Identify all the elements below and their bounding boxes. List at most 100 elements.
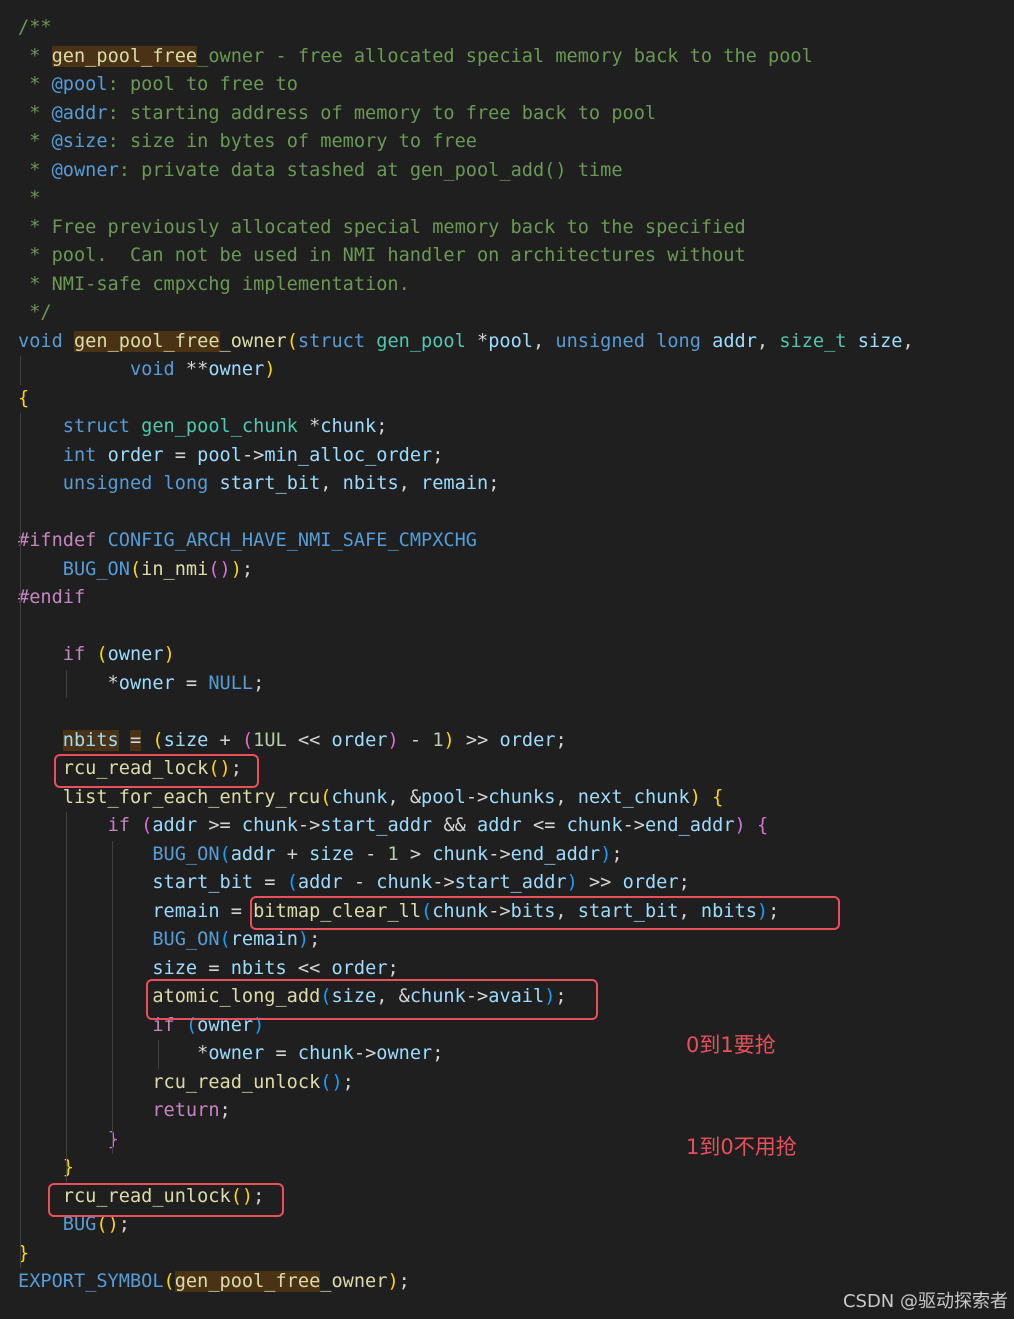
code-line: * @addr: starting address of memory to f… <box>18 100 656 128</box>
code-token: = <box>174 672 209 694</box>
code-token: -> <box>488 843 511 865</box>
code-token: _owner - free allocated special memory b… <box>197 45 813 67</box>
code-token: ( <box>219 929 231 950</box>
code-token: > <box>398 843 433 865</box>
code-token: * <box>18 74 52 95</box>
code-token: = <box>129 729 142 751</box>
code-line: nbits = (size + (1UL << order) - 1) >> o… <box>18 727 567 755</box>
code-token: << <box>286 957 332 979</box>
indent-guide <box>20 356 21 385</box>
code-token: end_addr <box>644 815 735 836</box>
code-token: { <box>18 387 30 409</box>
code-token: long <box>656 330 701 352</box>
code-token: ; <box>432 444 444 466</box>
code-token: @pool <box>51 74 108 95</box>
code-token: * <box>18 102 52 124</box>
code-token: - <box>342 872 377 893</box>
code-token: () <box>208 558 231 580</box>
code-line: unsigned long start_bit, nbits, remain; <box>18 470 500 498</box>
code-token: () <box>320 1071 343 1093</box>
code-line: BUG_ON(in_nmi()); <box>18 556 253 584</box>
code-token: = <box>163 444 198 466</box>
code-token: () <box>96 1214 119 1235</box>
code-token: gen_pool_chunk <box>141 416 298 437</box>
code-token: * <box>18 45 52 67</box>
code-token: chunk <box>320 416 377 437</box>
code-line: * @owner: private data stashed at gen_po… <box>18 157 622 185</box>
code-token: ; <box>118 1214 130 1235</box>
annotation-note: 0到1要抢 1到0不用抢 <box>686 960 797 1198</box>
code-token: ( <box>241 729 254 751</box>
code-token: ; <box>387 957 399 979</box>
code-token: chunk <box>241 815 298 836</box>
code-token: * Free previously allocated special memo… <box>18 216 746 238</box>
code-token: * <box>18 672 119 694</box>
code-line: int order = pool->min_alloc_order; <box>18 442 444 470</box>
code-token: + <box>275 843 310 865</box>
code-token: ( <box>219 843 231 865</box>
code-token: >> <box>577 872 623 893</box>
code-token: remain <box>230 929 298 950</box>
code-token: BUG_ON <box>152 843 220 865</box>
code-token: nbits <box>62 729 119 751</box>
code-token: -> <box>297 815 321 836</box>
code-token: ; <box>678 872 690 893</box>
code-token: gen_pool_free <box>174 1271 321 1292</box>
code-editor[interactable]: /** * gen_pool_free_owner - free allocat… <box>0 0 1014 1319</box>
code-line: * pool. Can not be used in NMI handler o… <box>18 242 745 270</box>
code-token: = <box>197 957 231 979</box>
code-token: ) <box>264 359 276 380</box>
code-token: chunk <box>432 843 489 865</box>
indent-guide <box>66 812 67 1183</box>
code-token: ( <box>286 872 298 893</box>
code-token: @addr <box>51 102 108 124</box>
code-line: } <box>18 1126 119 1154</box>
code-token: start_bit <box>152 872 254 893</box>
code-token: chunks <box>488 786 556 808</box>
code-token: owner <box>376 1043 433 1064</box>
code-token: if <box>62 644 86 665</box>
code-token: ; <box>398 1271 410 1292</box>
code-token: ( <box>320 786 332 808</box>
indent-guide <box>20 413 21 1268</box>
code-token: order <box>331 729 388 751</box>
code-token: int <box>62 444 97 466</box>
code-line: */ <box>18 299 51 327</box>
code-token: >> <box>454 729 500 751</box>
code-line: EXPORT_SYMBOL(gen_pool_free_owner); <box>18 1268 410 1296</box>
code-token: * <box>18 131 52 152</box>
code-token: BUG <box>62 1214 97 1235</box>
code-token: unsigned <box>555 330 645 352</box>
code-token: rcu_read_unlock <box>152 1071 321 1093</box>
code-token: { <box>712 786 724 808</box>
code-line: return; <box>18 1097 230 1125</box>
code-token: long <box>163 473 209 494</box>
code-token: if <box>107 815 130 836</box>
code-token: , & <box>387 786 422 808</box>
code-token: size <box>857 330 903 352</box>
code-token: = <box>253 872 287 893</box>
code-token: chunk <box>297 1043 354 1064</box>
code-line: * NMI-safe cmpxchg implementation. <box>18 271 410 299</box>
code-line: { <box>18 385 29 413</box>
code-token: _owner <box>219 330 287 352</box>
indent-guide <box>112 840 113 1154</box>
code-token: return <box>152 1100 220 1121</box>
code-token: ** <box>174 359 209 380</box>
code-token: NULL <box>208 672 254 694</box>
code-token: 1UL <box>253 729 287 751</box>
code-token: * <box>465 330 489 352</box>
code-line: #ifndef CONFIG_ARCH_HAVE_NMI_SAFE_CMPXCH… <box>18 527 477 555</box>
